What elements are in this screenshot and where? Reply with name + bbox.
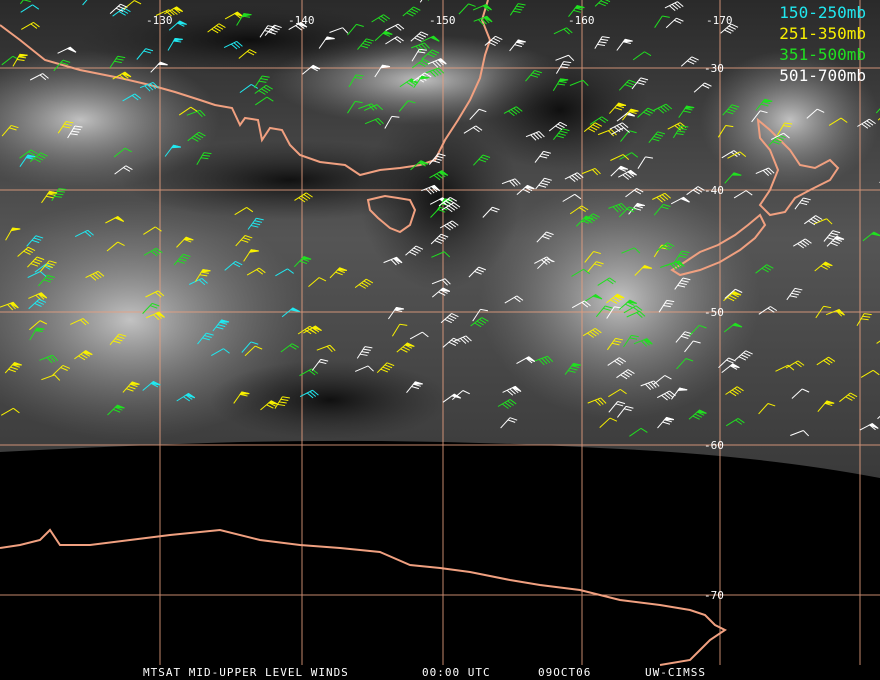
- water-vapor-imagery: [0, 0, 880, 478]
- lat-label: -30: [704, 62, 724, 75]
- lon-label: -150: [429, 14, 456, 27]
- product-title: MTSAT MID-UPPER LEVEL WINDS: [143, 666, 349, 679]
- time-label: 00:00 UTC: [422, 666, 491, 679]
- legend-item-351-500: 351-500mb: [779, 45, 866, 64]
- lat-label: -40: [704, 184, 724, 197]
- footer-caption: MTSAT MID-UPPER LEVEL WINDS 00:00 UTC 09…: [0, 664, 880, 680]
- source-label: UW-CIMSS: [645, 666, 706, 679]
- lat-label: -50: [704, 306, 724, 319]
- lat-label: -70: [704, 589, 724, 602]
- legend-item-251-350: 251-350mb: [779, 24, 866, 43]
- satellite-wind-map: [0, 0, 880, 666]
- antarctica-coast: [0, 528, 727, 666]
- date-label: 09OCT06: [538, 666, 592, 679]
- lon-label: -130: [146, 14, 173, 27]
- lon-label: -170: [706, 14, 733, 27]
- pressure-legend: 150-250mb 251-350mb 351-500mb 501-700mb: [779, 2, 866, 86]
- legend-item-501-700: 501-700mb: [779, 66, 866, 85]
- lat-label: -60: [704, 439, 724, 452]
- legend-item-150-250: 150-250mb: [779, 3, 866, 22]
- lon-label: -160: [568, 14, 595, 27]
- lon-label: -140: [288, 14, 315, 27]
